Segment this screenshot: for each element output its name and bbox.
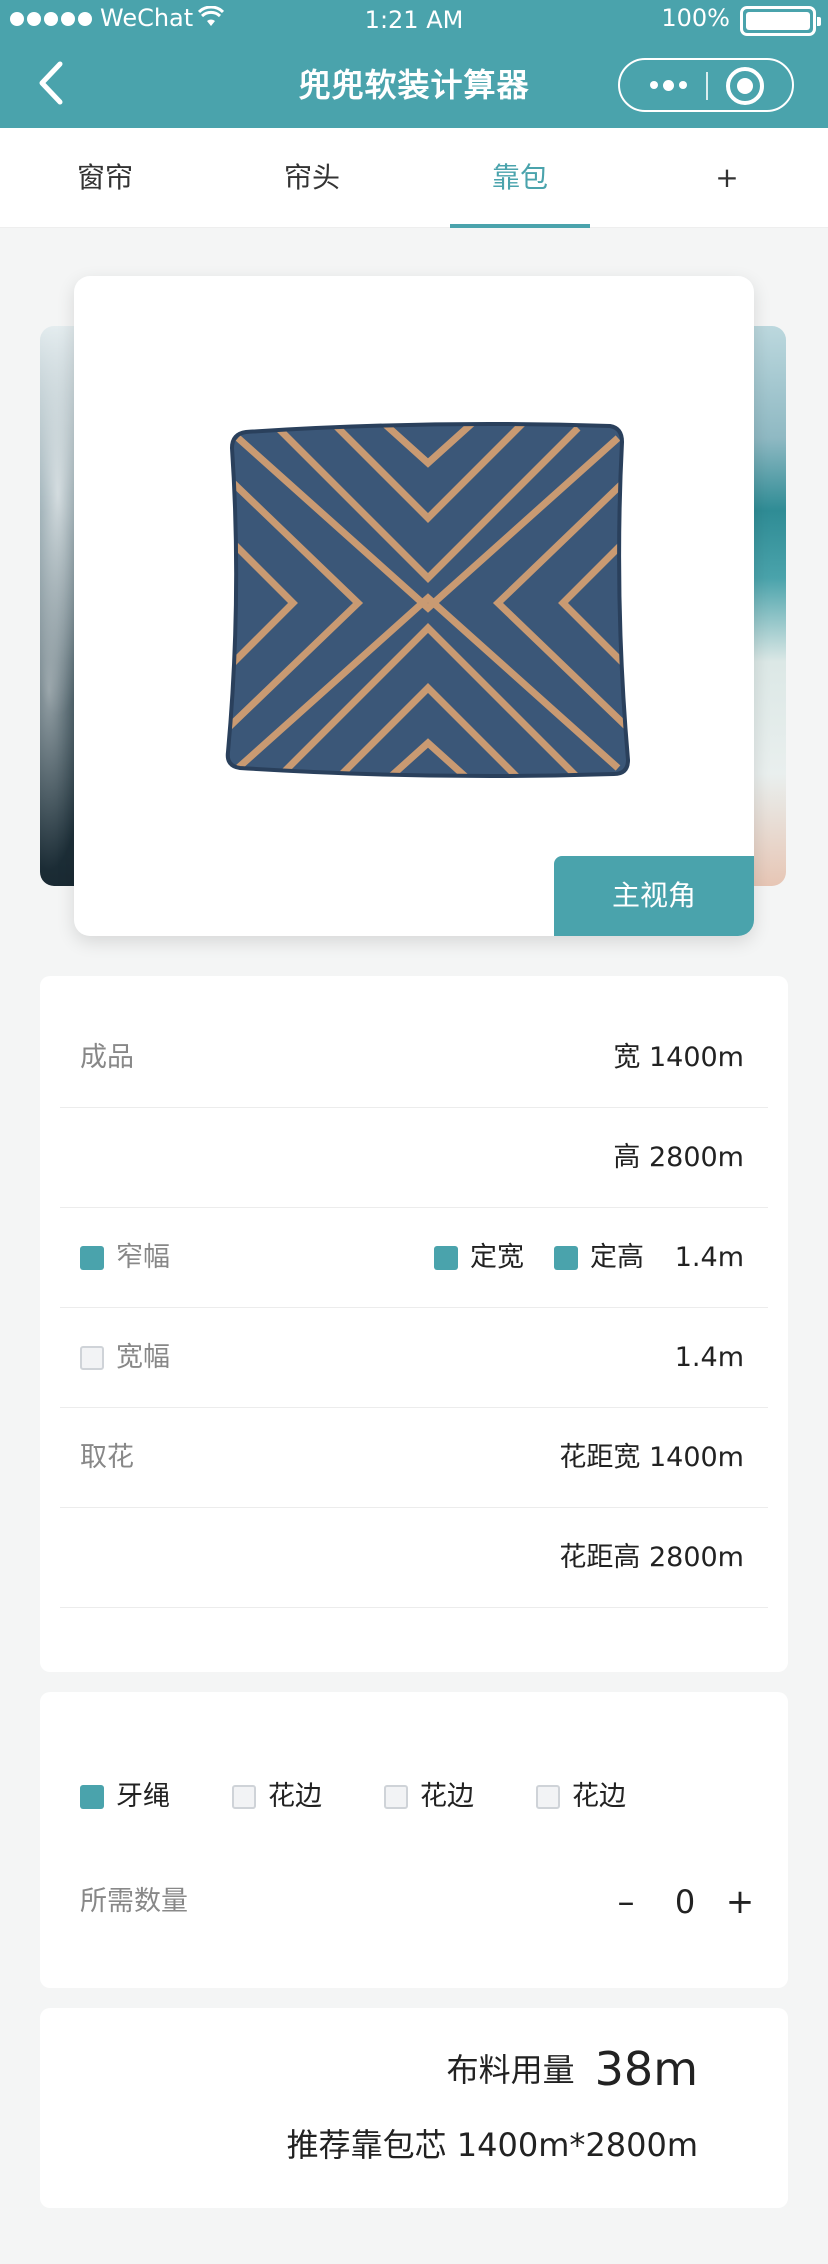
tab-bar: 窗帘 帘头 靠包 + xyxy=(0,128,828,228)
finished-height-value[interactable]: 高 2800m xyxy=(613,1108,744,1208)
wide-value[interactable]: 1.4m xyxy=(675,1308,744,1408)
narrow-row: 窄幅 定宽 定高 1.4m xyxy=(60,1208,768,1308)
fixed-height-checkbox[interactable] xyxy=(554,1246,578,1270)
cord-checkbox[interactable] xyxy=(80,1785,104,1809)
wide-option[interactable]: 宽幅 xyxy=(80,1308,170,1408)
tab-valance[interactable]: 帘头 xyxy=(242,128,382,228)
wide-row: 宽幅 1.4m xyxy=(60,1308,768,1408)
finished-width-row: 成品 宽 1400m xyxy=(60,1008,768,1108)
pattern-label: 取花 xyxy=(80,1442,134,1473)
finished-label: 成品 xyxy=(80,1042,134,1073)
options-panel: 牙绳 花边 花边 花边 所需数量 – 0 + xyxy=(40,1692,788,1988)
trim-option-lace-2[interactable]: 花边 xyxy=(384,1772,474,1822)
lace-3-checkbox[interactable] xyxy=(536,1785,560,1809)
finished-height-row: 高 2800m xyxy=(60,1108,768,1208)
close-target-icon[interactable] xyxy=(726,67,764,105)
narrow-checkbox[interactable] xyxy=(80,1246,104,1270)
fixed-width-option[interactable]: 定宽 xyxy=(434,1208,524,1308)
lace-2-label: 花边 xyxy=(420,1781,474,1812)
lace-3-label: 花边 xyxy=(572,1781,626,1812)
fabric-usage-value: 38m xyxy=(594,2042,698,2096)
spec-panel: 成品 宽 1400m 高 2800m 窄幅 定宽 定高 1.4m 宽幅 1.4m… xyxy=(40,976,788,1672)
main-view-button[interactable]: 主视角 xyxy=(554,856,754,936)
wide-checkbox[interactable] xyxy=(80,1346,104,1370)
trim-option-cord[interactable]: 牙绳 xyxy=(80,1772,170,1822)
quantity-minus-button[interactable]: – xyxy=(606,1872,646,1932)
lace-1-label: 花边 xyxy=(268,1781,322,1812)
tab-curtain[interactable]: 窗帘 xyxy=(35,128,175,228)
pattern-height-value[interactable]: 花距高 2800m xyxy=(559,1508,744,1608)
quantity-plus-button[interactable]: + xyxy=(720,1872,760,1932)
fabric-usage: 布料用量 38m xyxy=(447,2042,698,2096)
narrow-label: 窄幅 xyxy=(116,1242,170,1273)
tab-add[interactable]: + xyxy=(657,128,797,228)
tab-cushion[interactable]: 靠包 xyxy=(450,128,590,228)
top-bar: WeChat 1:21 AM 100% 兜兜软装计算器 xyxy=(0,0,828,128)
mini-program-capsule xyxy=(618,58,794,112)
cord-label: 牙绳 xyxy=(116,1781,170,1812)
pattern-width-value[interactable]: 花距宽 1400m xyxy=(559,1408,744,1508)
pattern-width-row: 取花 花距宽 1400m xyxy=(60,1408,768,1508)
narrow-value[interactable]: 1.4m xyxy=(675,1208,744,1308)
status-bar: WeChat 1:21 AM 100% xyxy=(0,0,828,40)
fixed-width-label: 定宽 xyxy=(470,1242,524,1273)
trim-option-lace-1[interactable]: 花边 xyxy=(232,1772,322,1822)
result-panel: 布料用量 38m 推荐靠包芯 1400m*2800m xyxy=(40,2008,788,2208)
pattern-height-row: 花距高 2800m xyxy=(60,1508,768,1608)
quantity-value[interactable]: 0 xyxy=(660,1872,710,1932)
lace-2-checkbox[interactable] xyxy=(384,1785,408,1809)
carousel-main-card: 主视角 xyxy=(74,276,754,936)
quantity-label: 所需数量 xyxy=(80,1886,188,1917)
wide-label: 宽幅 xyxy=(116,1342,170,1373)
fabric-usage-label: 布料用量 xyxy=(446,2051,575,2089)
cushion-image xyxy=(218,408,638,792)
fixed-width-checkbox[interactable] xyxy=(434,1246,458,1270)
battery-icon xyxy=(740,6,821,36)
more-icon[interactable] xyxy=(640,71,696,99)
lace-1-checkbox[interactable] xyxy=(232,1785,256,1809)
fixed-height-label: 定高 xyxy=(590,1242,644,1273)
recommended-core: 推荐靠包芯 1400m*2800m xyxy=(286,2126,698,2164)
narrow-option[interactable]: 窄幅 xyxy=(80,1208,170,1308)
trim-option-lace-3[interactable]: 花边 xyxy=(536,1772,626,1822)
capsule-divider xyxy=(706,72,708,100)
battery-percent: 100% xyxy=(661,4,730,32)
fixed-height-option[interactable]: 定高 xyxy=(554,1208,644,1308)
finished-width-value[interactable]: 宽 1400m xyxy=(613,1008,744,1108)
